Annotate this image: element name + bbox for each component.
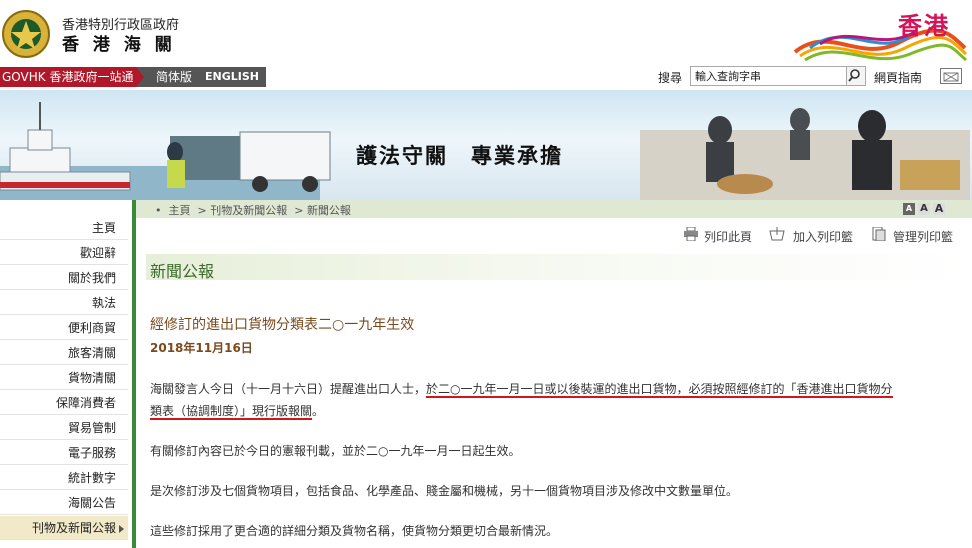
document-icon[interactable] (871, 227, 887, 241)
lang-english-link[interactable]: ENGLISH (205, 67, 259, 87)
breadcrumb-publications[interactable]: 刊物及新聞公報 (210, 204, 287, 217)
sidebar-item-enforcement[interactable]: 執法 (0, 291, 128, 315)
lang-simplified-link[interactable]: 简体版 (156, 67, 192, 87)
sidebar-item-passenger-clearance[interactable]: 旅客清關 (0, 341, 128, 365)
paragraph-1-text: 海關發言人今日（十一月十六日）提醒進出口人士， (150, 382, 427, 396)
font-size-small-button[interactable]: A (903, 203, 915, 215)
govhk-link[interactable]: GOVHK 香港政府一站通 (0, 67, 138, 87)
sidebar-item-home[interactable]: 主頁 (0, 216, 128, 240)
article-date: 2018年11月16日 (150, 341, 253, 355)
breadcrumb: • 主頁 > 刊物及新聞公報 > 新聞公報 (155, 204, 351, 217)
add-basket-icon[interactable] (769, 227, 785, 241)
breadcrumb-home[interactable]: 主頁 (169, 204, 191, 217)
sidebar-item-about-us[interactable]: 關於我們 (0, 266, 128, 290)
sidebar-item-e-services[interactable]: 電子服務 (0, 441, 128, 465)
manage-print-basket-link[interactable]: 管理列印籃 (893, 228, 953, 245)
sidebar-item-consumer-protection[interactable]: 保障消費者 (0, 391, 128, 415)
sitemap-link[interactable]: 網頁指南 (874, 69, 922, 86)
print-page-link[interactable]: 列印此頁 (704, 228, 752, 245)
sitemap-icon[interactable] (940, 68, 962, 84)
search-button[interactable] (846, 66, 866, 86)
sidebar-item-label: 刊物及新聞公報 (31, 521, 116, 535)
paragraph-2: 有關修訂內容已於今日的憲報刊載，並於二○一九年一月一日起生效。 (150, 444, 521, 458)
font-size-medium-button[interactable]: A (918, 203, 930, 215)
sidebar-item-trade-facilitation[interactable]: 便利商貿 (0, 316, 128, 340)
divider-arrow-icon (136, 67, 144, 87)
brand-text: 香港 (898, 12, 950, 40)
sidebar-item-cargo-clearance[interactable]: 貨物清關 (0, 366, 128, 390)
paragraph-3: 是次修訂涉及七個貨物項目，包括食品、化學產品、賤金屬和機械，另十一個貨物項目涉及… (150, 484, 739, 498)
section-title: 新聞公報 (150, 262, 215, 281)
sidebar-item-welcome[interactable]: 歡迎辭 (0, 241, 128, 265)
bullet-icon: • (155, 204, 162, 217)
sidebar-item-publications-press[interactable]: 刊物及新聞公報 (0, 516, 128, 540)
paragraph-1-end: 。 (312, 404, 325, 418)
highlighted-text: 於二○一九年一月一日或以後裝運的進出口貨物，必須按照經修訂的「香港進出口貨物分 (426, 382, 893, 398)
font-size-large-button[interactable]: A (933, 203, 945, 215)
paragraph-4: 這些修訂採用了更合適的詳細分類及貨物名稱，使貨物分類更切合最新情況。 (150, 524, 559, 538)
paragraph-1: 海關發言人今日（十一月十六日）提醒進出口人士，於二○一九年一月一日或以後裝運的進… (150, 378, 956, 422)
sidebar-menu: 主頁 歡迎辭 關於我們 執法 便利商貿 旅客清關 貨物清關 保障消費者 貿易管制… (0, 200, 136, 548)
search-input[interactable] (690, 66, 850, 86)
search-label: 搜尋 (658, 71, 683, 85)
section-title-bar (146, 254, 966, 280)
sidebar-item-trade-controls[interactable]: 貿易管制 (0, 416, 128, 440)
banner-slogan: 護法守關 專業承擔 (356, 144, 563, 168)
sidebar-item-statistics[interactable]: 統計數字 (0, 466, 128, 490)
customs-crest-logo (2, 10, 50, 58)
article-title: 經修訂的進出口貨物分類表二○一九年生效 (150, 317, 415, 333)
department-name: 香 港 海 關 (62, 35, 176, 55)
add-print-basket-link[interactable]: 加入列印籃 (793, 228, 853, 245)
sidebar-item-customs-notices[interactable]: 海關公告 (0, 491, 128, 515)
search-icon (848, 69, 860, 82)
chevron-right-icon (119, 525, 124, 533)
breadcrumb-press-releases: 新聞公報 (306, 204, 351, 217)
printer-icon[interactable] (683, 227, 699, 241)
highlighted-text: 類表（協調制度）」現行版報關 (150, 404, 313, 420)
